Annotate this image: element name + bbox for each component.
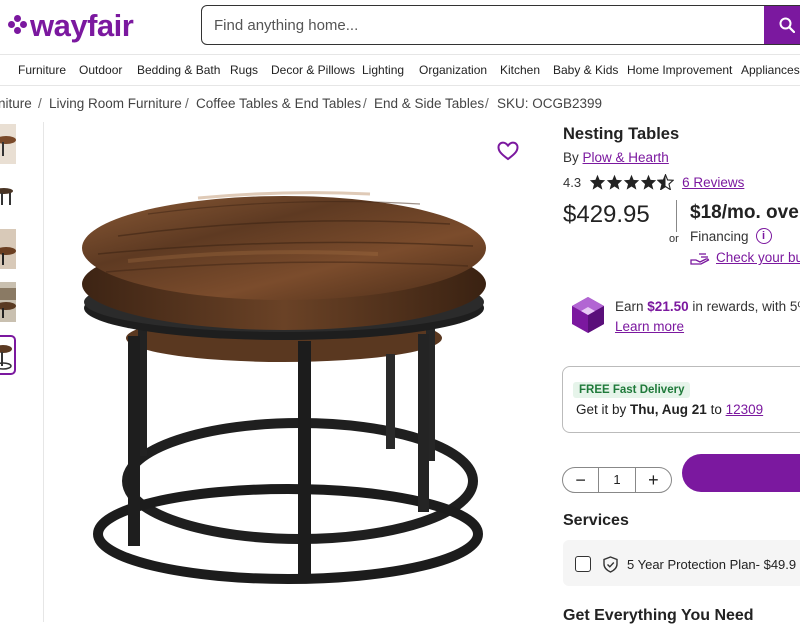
nav-item-outdoor[interactable]: Outdoor: [79, 63, 122, 77]
product-title: Nesting Tables: [563, 125, 680, 143]
protection-plan-checkbox[interactable]: [575, 556, 591, 572]
rewards-text: Earn $21.50 in rewards, with 5%: [615, 299, 800, 314]
half-star-icon: [657, 174, 675, 190]
search-bar: [201, 5, 800, 45]
thumbnail[interactable]: [0, 282, 16, 322]
rating-value: 4.3: [563, 174, 582, 190]
category-nav: Furniture Outdoor Bedding & Bath Rugs De…: [0, 54, 800, 86]
breadcrumb-separator: /: [185, 96, 189, 111]
thumbnail[interactable]: [0, 177, 16, 217]
quantity-input[interactable]: 1: [598, 468, 636, 492]
delivery-to: to: [710, 402, 722, 417]
wayfair-logo[interactable]: wayfair: [8, 7, 134, 43]
by-prefix: By: [563, 150, 579, 165]
financing-label: Financing: [690, 228, 749, 244]
rating-row: 4.3 6 Reviews: [563, 173, 744, 191]
breadcrumb-item[interactable]: Living Room Furniture: [49, 96, 182, 111]
quantity-increase-button[interactable]: +: [636, 468, 671, 492]
breadcrumb-item[interactable]: End & Side Tables: [374, 96, 484, 111]
star-rating: [589, 174, 675, 190]
hand-coin-icon: [690, 252, 710, 265]
services-heading: Services: [563, 512, 629, 529]
add-to-cart-button[interactable]: [682, 454, 800, 492]
breadcrumb-separator: /: [38, 96, 42, 111]
breadcrumb-item[interactable]: Coffee Tables & End Tables: [196, 96, 361, 111]
delivery-estimate: Get it by Thu, Aug 21 to 12309: [576, 402, 763, 417]
nav-item-organization[interactable]: Organization: [419, 63, 487, 77]
financing-row: Financing i: [690, 228, 772, 244]
check-budget-link[interactable]: Check your bu: [690, 250, 800, 265]
sku-label: SKU: OCGB2399: [497, 96, 603, 111]
monthly-price: $18/mo. over: [690, 202, 800, 223]
nav-item-lighting[interactable]: Lighting: [362, 63, 404, 77]
logo-mark-icon: [8, 15, 28, 35]
favorite-heart-icon[interactable]: [497, 141, 519, 161]
search-icon: [779, 17, 795, 33]
check-budget-label: Check your bu: [716, 250, 800, 265]
star-icon: [589, 174, 606, 190]
breadcrumb-separator: /: [485, 96, 489, 111]
star-icon: [623, 174, 640, 190]
thumbnail[interactable]: [0, 124, 16, 164]
delivery-prefix: Get it by: [576, 402, 627, 417]
nav-item-appliances[interactable]: Appliances: [741, 63, 800, 77]
nav-item-decor-pillows[interactable]: Decor & Pillows: [271, 63, 355, 77]
site-header: wayfair: [0, 0, 800, 54]
nav-item-kitchen[interactable]: Kitchen: [500, 63, 540, 77]
rewards-earn-suffix: in rewards, with 5%: [692, 299, 800, 314]
nav-item-rugs[interactable]: Rugs: [230, 63, 258, 77]
nav-item-furniture[interactable]: Furniture: [18, 63, 66, 77]
zip-code-link[interactable]: 12309: [726, 402, 764, 417]
thumbnail-selected[interactable]: [0, 335, 16, 375]
get-everything-heading: Get Everything You Need: [563, 607, 754, 624]
nav-item-bedding-bath[interactable]: Bedding & Bath: [137, 63, 220, 77]
product-image[interactable]: [48, 126, 538, 626]
star-icon: [606, 174, 623, 190]
nav-item-baby-kids[interactable]: Baby & Kids: [553, 63, 618, 77]
product-byline: By Plow & Hearth: [563, 150, 669, 165]
rewards-earn-prefix: Earn: [615, 299, 644, 314]
rewards-cube-icon: [572, 297, 604, 333]
product-price: $429.95: [563, 201, 650, 228]
breadcrumb-item[interactable]: niture: [0, 96, 32, 111]
search-input[interactable]: [202, 6, 764, 44]
rewards-amount: $21.50: [647, 299, 689, 314]
delivery-date: Thu, Aug 21: [630, 402, 707, 417]
protection-plan-label: 5 Year Protection Plan- $49.9: [627, 557, 797, 572]
logo-text: wayfair: [30, 7, 134, 43]
reviews-link[interactable]: 6 Reviews: [682, 175, 744, 190]
or-label: or: [669, 232, 679, 246]
shield-check-icon: [603, 556, 618, 573]
search-button[interactable]: [764, 6, 800, 44]
quantity-decrease-button[interactable]: −: [563, 468, 598, 492]
info-icon[interactable]: i: [755, 228, 772, 244]
brand-link[interactable]: Plow & Hearth: [583, 150, 669, 165]
free-fast-delivery-badge: FREE Fast Delivery: [573, 382, 691, 398]
quantity-stepper: − 1 +: [562, 467, 672, 493]
delivery-box: [562, 366, 800, 433]
nav-item-home-improvement[interactable]: Home Improvement: [627, 63, 732, 77]
breadcrumb-separator: /: [363, 96, 367, 111]
thumbnail-strip: [0, 122, 44, 622]
thumbnail[interactable]: [0, 229, 16, 269]
star-icon: [640, 174, 657, 190]
learn-more-link[interactable]: Learn more: [615, 319, 684, 334]
